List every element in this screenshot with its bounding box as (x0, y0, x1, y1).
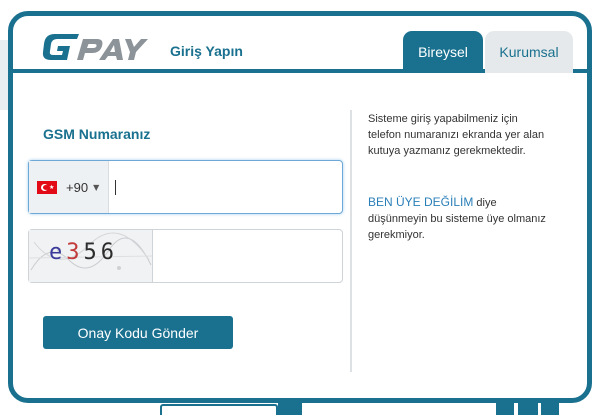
background-element (496, 402, 514, 415)
phone-field: ★ +90 ▼ (28, 160, 343, 214)
chevron-down-icon: ▼ (93, 182, 100, 192)
text-cursor (115, 180, 116, 195)
info-text: Sisteme giriş yapabilmeniz için telefon … (368, 113, 545, 157)
tab-kurumsal[interactable]: Kurumsal (485, 31, 573, 73)
info-highlight: BEN ÜYE DEĞİLİM (368, 195, 474, 209)
gpay-logo (42, 34, 148, 60)
vertical-divider (350, 110, 352, 372)
captcha-input[interactable] (154, 230, 342, 282)
header-title: Giriş Yapın (170, 43, 243, 59)
country-code-dropdown[interactable]: ★ +90 ▼ (29, 161, 109, 213)
captcha-field: e356 (28, 229, 343, 283)
background-element (278, 402, 302, 415)
info-note: BEN ÜYE DEĞİLİM diye düşünmeyin bu siste… (368, 194, 553, 243)
turkey-flag-icon: ★ (37, 180, 57, 194)
send-code-button[interactable]: Onay Kodu Gönder (43, 316, 233, 349)
captcha-text: e356 (49, 240, 118, 265)
tab-bireysel[interactable]: Bireysel (403, 31, 483, 73)
modal-header: Giriş Yapın Bireysel Kurumsal (13, 16, 587, 73)
background-element (518, 402, 538, 415)
background-element (541, 402, 559, 415)
phone-number-input[interactable] (111, 161, 341, 213)
login-modal: Giriş Yapın Bireysel Kurumsal GSM Numara… (8, 11, 592, 403)
form-title: GSM Numaranız (43, 126, 151, 142)
dial-code: +90 (66, 179, 89, 195)
captcha-image[interactable]: e356 (29, 230, 153, 282)
background-element (160, 404, 278, 415)
